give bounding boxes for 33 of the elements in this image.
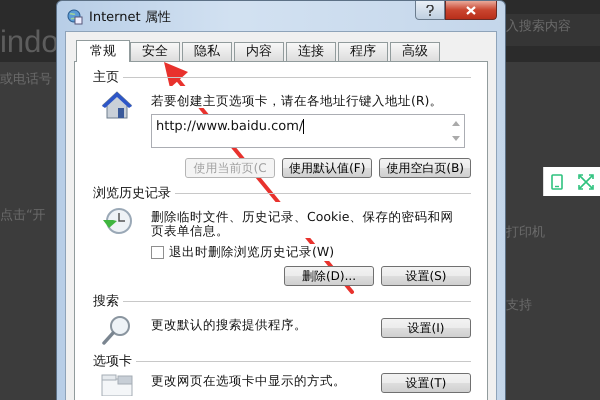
tab[interactable]: 连接 [286,42,336,61]
close-button[interactable] [445,1,497,20]
magnifier-icon [101,314,133,346]
dialog-button[interactable]: 设置(T) [381,373,471,393]
dialog-button[interactable]: 使用默认值(F) [282,158,372,178]
globe-icon [67,9,83,25]
dialog-button[interactable]: 使用空白页(B) [379,158,471,178]
section-heading: 浏览历史记录 [93,184,171,202]
question-mark-icon [426,4,434,16]
checkbox[interactable] [151,246,164,259]
tab[interactable]: 常规 [76,40,130,62]
expand-icon[interactable] [578,174,594,190]
help-button[interactable] [415,1,445,20]
close-icon [466,6,476,14]
dialog-button[interactable]: 设置(S) [381,266,471,286]
tabs-icon [101,374,133,396]
tab[interactable]: 程序 [338,42,388,61]
window-title: Internet 属性 [89,9,171,26]
house-icon [101,90,133,120]
clock-icon [101,206,133,236]
dialog-button[interactable]: 删除(D)... [284,266,374,286]
tab[interactable]: 内容 [234,42,284,61]
scroll-down-icon[interactable] [452,136,460,141]
tab[interactable]: 隐私 [182,42,232,61]
tablet-icon[interactable] [551,174,564,190]
section-heading: 搜索 [93,292,119,310]
tab[interactable]: 安全 [130,42,180,61]
checkbox-label[interactable]: 退出时删除浏览历史记录(W) [169,244,334,261]
section-heading: 主页 [93,68,119,86]
scroll-up-icon[interactable] [452,121,460,126]
tab[interactable]: 高级 [390,42,440,61]
dialog-button[interactable]: 设置(I) [381,318,471,338]
section-heading: 选项卡 [93,352,132,370]
